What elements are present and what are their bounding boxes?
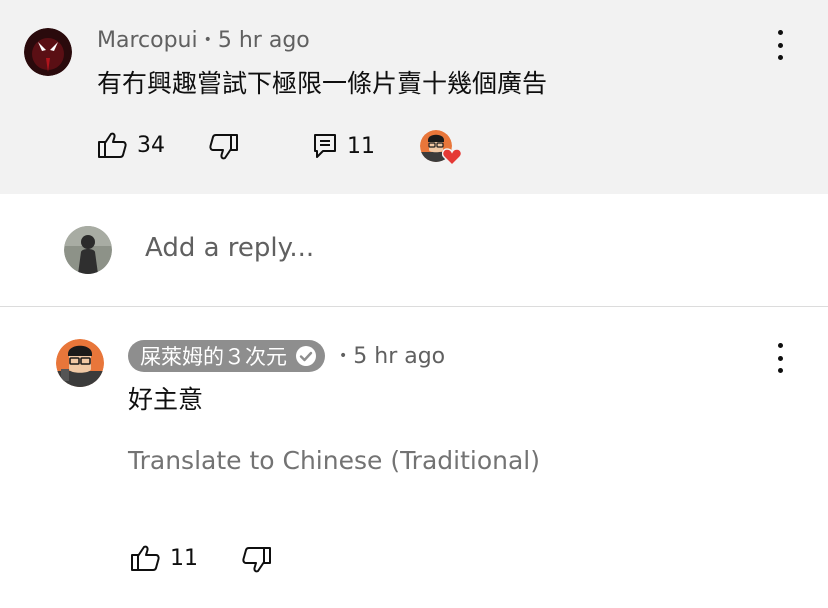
more-vert-icon[interactable]: [768, 30, 792, 60]
replies-button[interactable]: 11: [313, 133, 375, 159]
reply-author-avatar[interactable]: [56, 339, 104, 387]
reply-text: 好主意: [128, 385, 204, 414]
reply-like-count: 11: [170, 545, 198, 571]
comment-meta: Marcopui • 5 hr ago: [97, 28, 310, 53]
thumb-up-icon: [98, 132, 127, 158]
creator-name-chip[interactable]: 屎萊姆的３次元: [128, 340, 325, 372]
separator-dot: •: [203, 32, 212, 48]
like-count: 34: [137, 132, 165, 158]
thumb-down-icon: [242, 547, 271, 573]
reply-dislike-button[interactable]: [242, 546, 272, 574]
reply-time-wrap: • 5 hr ago: [333, 344, 445, 369]
reply-more-vert-icon[interactable]: [768, 343, 792, 373]
thumb-down-icon: [209, 134, 238, 160]
comment-time[interactable]: 5 hr ago: [218, 28, 310, 53]
creator-heart-badge: [420, 130, 462, 168]
add-reply-input[interactable]: Add a reply...: [145, 233, 314, 263]
reply-meta: 屎萊姆的３次元 • 5 hr ago: [128, 340, 445, 372]
dislike-button[interactable]: [209, 133, 239, 161]
reply-count: 11: [347, 133, 375, 159]
comment-author[interactable]: Marcopui: [97, 28, 198, 53]
like-button[interactable]: 34: [97, 131, 165, 159]
thumb-up-icon: [131, 545, 160, 571]
verified-check-icon: [296, 346, 316, 366]
reply-author: 屎萊姆的３次元: [140, 345, 287, 369]
user-avatar: [64, 226, 112, 274]
translate-link[interactable]: Translate to Chinese (Traditional): [128, 446, 540, 475]
comment-icon: [314, 134, 336, 158]
divider: [0, 306, 828, 307]
creator-heart-icon: [442, 148, 462, 166]
commenter-avatar[interactable]: [24, 28, 72, 76]
separator-dot: •: [339, 347, 348, 364]
reply-like-button[interactable]: 11: [130, 544, 198, 572]
comment-text: 有冇興趣嘗試下極限一條片賣十幾個廣告: [97, 69, 548, 98]
reply-time[interactable]: 5 hr ago: [353, 344, 445, 369]
